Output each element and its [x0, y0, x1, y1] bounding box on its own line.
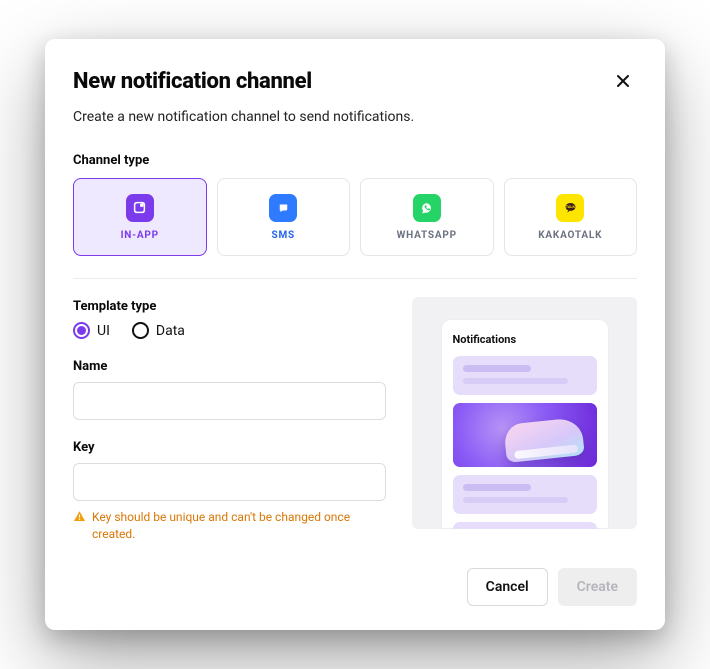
modal-header: New notification channel	[73, 67, 637, 95]
svg-text:TALK: TALK	[566, 206, 576, 210]
template-option-label: Data	[156, 323, 185, 339]
modal-title: New notification channel	[73, 69, 312, 94]
template-option-ui[interactable]: UI	[73, 322, 110, 339]
template-option-data[interactable]: Data	[132, 322, 185, 339]
template-type-label: Template type	[73, 299, 386, 314]
channel-option-label: IN-APP	[121, 230, 159, 241]
channel-option-label: KAKAOTALK	[538, 230, 602, 241]
preview-phone: Notifications	[441, 319, 609, 529]
key-hint: Key should be unique and can't be change…	[73, 509, 386, 541]
new-channel-modal: New notification channel Create a new no…	[45, 39, 665, 629]
preview-notif-card	[453, 475, 597, 514]
channel-option-sms[interactable]: SMS	[217, 178, 351, 256]
kakaotalk-icon: TALK	[556, 194, 584, 222]
channel-option-inapp[interactable]: IN-APP	[73, 178, 207, 256]
radio-icon	[132, 322, 149, 339]
radio-icon	[73, 322, 90, 339]
preview-notif-card	[453, 356, 597, 395]
warning-icon	[73, 510, 86, 523]
modal-description: Create a new notification channel to sen…	[73, 109, 637, 125]
close-button[interactable]	[609, 67, 637, 95]
close-icon	[615, 73, 631, 89]
modal-footer: Cancel Create	[73, 568, 637, 606]
key-label: Key	[73, 440, 386, 455]
name-label: Name	[73, 359, 386, 374]
name-input[interactable]	[73, 382, 386, 420]
whatsapp-icon	[413, 194, 441, 222]
inapp-icon	[126, 194, 154, 222]
channel-option-label: WHATSAPP	[397, 230, 457, 241]
template-type-options: UI Data	[73, 322, 386, 339]
channel-option-whatsapp[interactable]: WHATSAPP	[360, 178, 494, 256]
preview-panel: Notifications	[412, 297, 637, 529]
key-input[interactable]	[73, 463, 386, 501]
divider	[73, 278, 637, 279]
modal-backdrop: New notification channel Create a new no…	[0, 0, 710, 669]
key-hint-text: Key should be unique and can't be change…	[92, 509, 386, 541]
sms-icon	[269, 194, 297, 222]
channel-option-label: SMS	[272, 230, 295, 241]
create-button[interactable]: Create	[558, 568, 637, 606]
template-option-label: UI	[97, 323, 110, 339]
form-column: Template type UI Data Name Key	[73, 297, 386, 541]
preview-title: Notifications	[453, 333, 597, 346]
preview-notif-hero	[453, 403, 597, 467]
cancel-button[interactable]: Cancel	[467, 568, 548, 606]
channel-type-label: Channel type	[73, 153, 637, 168]
channel-option-kakaotalk[interactable]: TALK KAKAOTALK	[504, 178, 638, 256]
shoe-icon	[503, 417, 585, 463]
preview-notif-card	[453, 522, 597, 529]
channel-type-options: IN-APP SMS	[73, 178, 637, 256]
